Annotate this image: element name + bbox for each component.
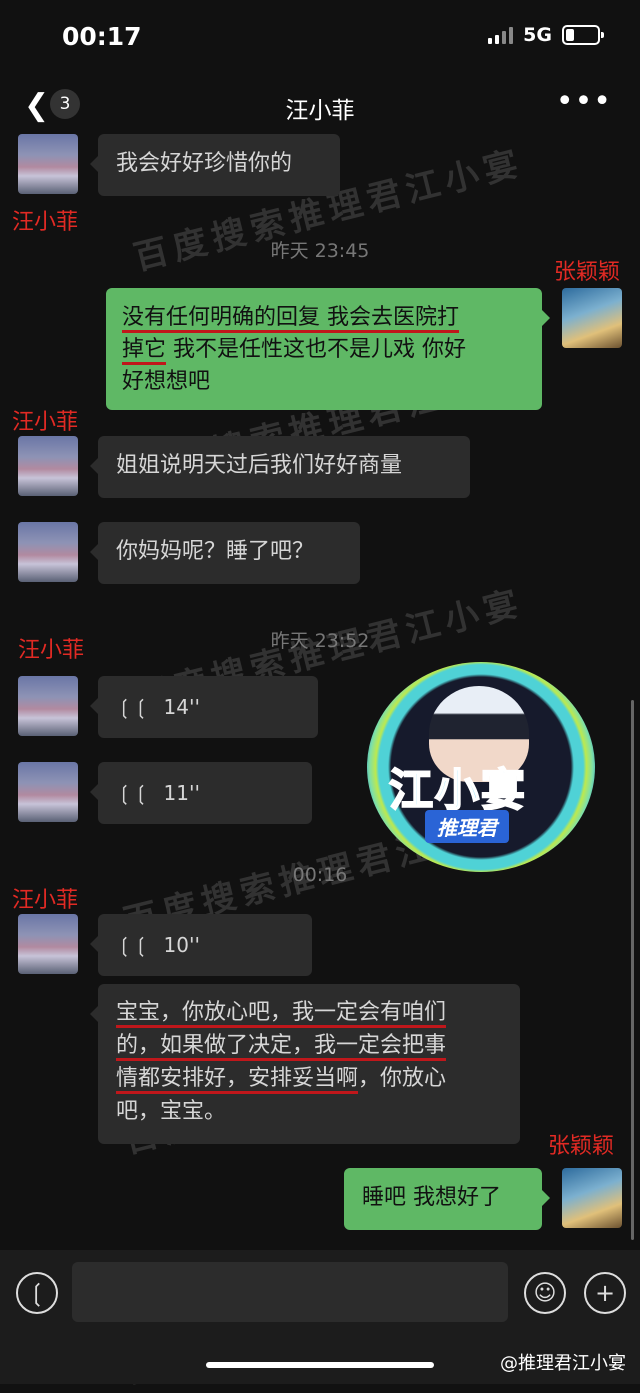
avatar-zhang[interactable] bbox=[562, 288, 622, 348]
underlined-text: 的，如果做了决定，我一定会把事 bbox=[116, 1033, 447, 1061]
voice-message[interactable]: ❲❲ 10'' bbox=[90, 914, 312, 976]
message-line: 掉它 我不是任性这也不是儿戏 你好 bbox=[122, 334, 526, 366]
status-time: 00:17 bbox=[62, 22, 142, 51]
underlined-text: 宝宝，你放心吧，我一定会有咱们 bbox=[116, 1000, 447, 1028]
message-line: 没有任何明确的回复 我会去医院打 bbox=[122, 302, 526, 334]
emoji-icon[interactable]: ☺ bbox=[524, 1272, 566, 1314]
voice-message[interactable]: ❲❲ 11'' bbox=[90, 762, 312, 824]
avatar-zhang[interactable] bbox=[562, 1168, 622, 1228]
message-line: 吧，宝宝。 bbox=[116, 1099, 227, 1124]
voice-input-icon[interactable]: ❲ bbox=[16, 1272, 58, 1314]
avatar-wang[interactable] bbox=[18, 914, 78, 974]
message-bubble[interactable]: 姐姐说明天过后我们好好商量 bbox=[90, 436, 470, 498]
logo-main-text: 江小宴 bbox=[388, 764, 527, 817]
scrollbar[interactable] bbox=[631, 700, 634, 1240]
signal-icon bbox=[488, 26, 514, 44]
timestamp: 昨天 23:52 bbox=[270, 630, 370, 652]
voice-wave-icon: ❲❲ bbox=[116, 695, 150, 719]
chat-title: 汪小菲 bbox=[285, 98, 355, 124]
message-bubble[interactable]: 睡吧 我想好了 bbox=[344, 1168, 550, 1230]
avatar-wang[interactable] bbox=[18, 762, 78, 822]
message-line: 宝宝，你放心吧，我一定会有咱们 bbox=[116, 996, 502, 1029]
timestamp: 00:16 bbox=[292, 864, 348, 886]
message-text: 我不是任性这也不是儿戏 你好 bbox=[166, 337, 467, 362]
avatar-wang[interactable] bbox=[18, 676, 78, 736]
home-indicator[interactable] bbox=[206, 1362, 434, 1368]
credit-text: @推理君江小宴 bbox=[500, 1353, 626, 1374]
underlined-text: 情都安排好，安排妥当啊 bbox=[116, 1066, 359, 1094]
message-bubble[interactable]: 你妈妈呢？睡了吧？ bbox=[90, 522, 360, 584]
voice-message[interactable]: ❲❲ 14'' bbox=[90, 676, 318, 738]
annotation-label: 张颖颖 bbox=[548, 1134, 615, 1159]
logo-sub-text: 推理君 bbox=[425, 810, 509, 843]
message-text: ，你放心 bbox=[358, 1066, 447, 1091]
avatar-wang[interactable] bbox=[18, 522, 78, 582]
annotation-label: 张颖颖 bbox=[554, 260, 621, 285]
underlined-text: 没有任何明确的回复 我会去医院打 bbox=[122, 305, 459, 333]
status-indicators: 5G bbox=[488, 24, 604, 46]
voice-duration: 10'' bbox=[163, 933, 200, 957]
message-input[interactable] bbox=[72, 1262, 508, 1322]
message-line: 情都安排好，安排妥当啊，你放心 bbox=[116, 1062, 502, 1095]
message-bubble[interactable]: 我会好好珍惜你的 bbox=[90, 134, 340, 196]
message-bubble[interactable]: 宝宝，你放心吧，我一定会有咱们 的，如果做了决定，我一定会把事 情都安排好，安排… bbox=[90, 984, 520, 1144]
avatar-wang[interactable] bbox=[18, 436, 78, 496]
message-line: 的，如果做了决定，我一定会把事 bbox=[116, 1029, 502, 1062]
message-line: 好想想吧 bbox=[122, 369, 211, 394]
annotation-label: 汪小菲 bbox=[12, 888, 79, 913]
message-bubble[interactable]: 没有任何明确的回复 我会去医院打 掉它 我不是任性这也不是儿戏 你好 好想想吧 bbox=[106, 288, 550, 410]
voice-wave-icon: ❲❲ bbox=[116, 781, 150, 805]
underlined-text: 掉它 bbox=[122, 337, 167, 365]
more-dots-icon[interactable]: ••• bbox=[556, 84, 612, 119]
plus-icon[interactable]: + bbox=[584, 1272, 626, 1314]
battery-icon bbox=[562, 25, 604, 45]
watermark-logo: 江小宴 推理君 bbox=[367, 662, 595, 872]
avatar-wang[interactable] bbox=[18, 134, 78, 194]
voice-duration: 14'' bbox=[163, 695, 200, 719]
timestamp: 昨天 23:45 bbox=[270, 240, 370, 262]
annotation-label: 汪小菲 bbox=[12, 410, 79, 435]
annotation-label: 汪小菲 bbox=[12, 210, 79, 235]
voice-duration: 11'' bbox=[163, 781, 200, 805]
network-type: 5G bbox=[523, 24, 552, 46]
voice-wave-icon: ❲❲ bbox=[116, 933, 150, 957]
